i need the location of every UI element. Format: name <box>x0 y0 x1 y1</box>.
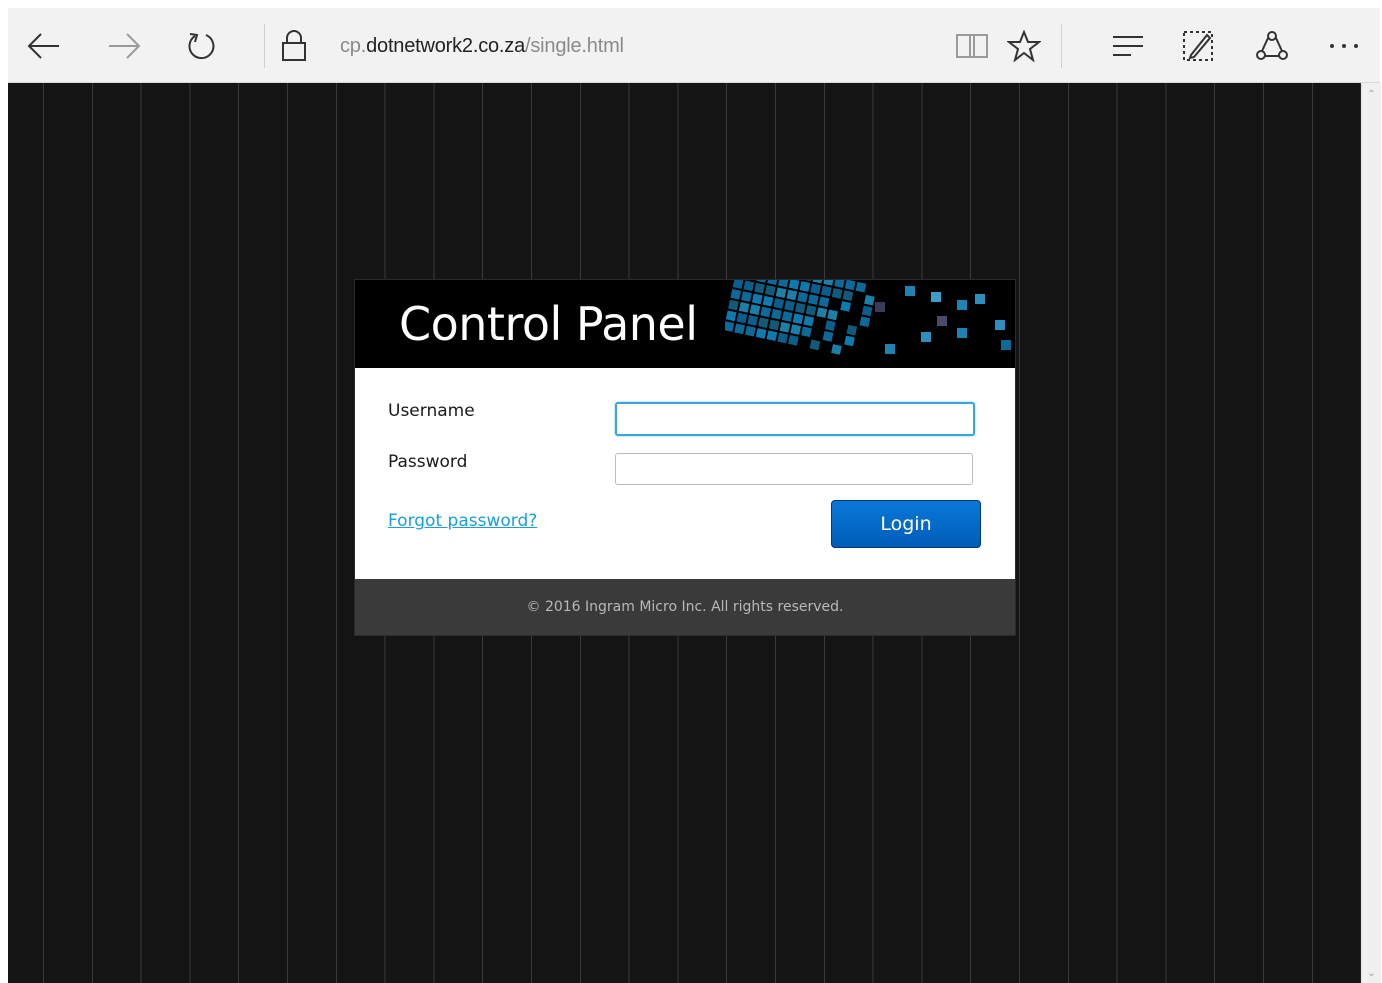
scroll-down-icon[interactable]: ⌄ <box>1366 968 1377 979</box>
address-path: /single.html <box>525 35 624 57</box>
copyright-footer: © 2016 Ingram Micro Inc. All rights rese… <box>355 579 1015 635</box>
username-label: Username <box>388 401 475 421</box>
favorite-star-icon[interactable] <box>1004 26 1044 66</box>
vertical-scrollbar[interactable]: ⌃ ⌄ <box>1361 83 1381 983</box>
address-prefix: cp. <box>340 35 367 57</box>
hub-icon[interactable] <box>1108 26 1148 66</box>
pixel-pattern-graphic <box>725 280 1011 355</box>
password-label: Password <box>388 452 468 472</box>
toolbar-divider <box>1061 24 1062 68</box>
share-icon[interactable] <box>1252 26 1292 66</box>
more-icon[interactable] <box>1324 26 1364 66</box>
browser-toolbar: cp.dotnetwork2.co.za/single.html <box>8 8 1380 83</box>
login-header: Control Panel <box>355 280 1015 368</box>
login-card: Control Panel Username Password Forgot p… <box>355 280 1015 635</box>
refresh-icon[interactable] <box>182 26 222 66</box>
page-viewport: Control Panel Username Password Forgot p… <box>8 83 1361 983</box>
back-arrow-icon[interactable] <box>24 26 64 66</box>
password-input[interactable] <box>615 453 973 485</box>
username-input[interactable] <box>615 402 975 436</box>
login-button[interactable]: Login <box>831 500 981 548</box>
scroll-up-icon[interactable]: ⌃ <box>1366 89 1377 100</box>
forward-arrow-icon[interactable] <box>104 26 144 66</box>
login-form: Username Password Forgot password? Login <box>355 368 1015 579</box>
address-bar[interactable]: cp.dotnetwork2.co.za/single.html <box>340 32 624 60</box>
forgot-password-link[interactable]: Forgot password? <box>388 511 537 531</box>
toolbar-divider <box>264 24 265 68</box>
browser-window: cp.dotnetwork2.co.za/single.html Control… <box>8 8 1381 983</box>
web-note-icon[interactable] <box>1178 26 1218 66</box>
page-title: Control Panel <box>399 297 698 351</box>
reading-view-icon[interactable] <box>952 26 992 66</box>
lock-icon[interactable] <box>274 26 314 66</box>
address-host: dotnetwork2.co.za <box>366 35 526 57</box>
